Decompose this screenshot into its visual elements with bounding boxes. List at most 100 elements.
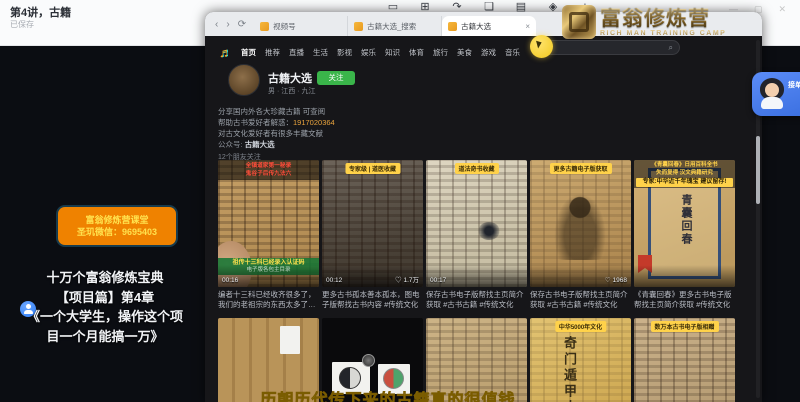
- back-icon[interactable]: ‹: [215, 19, 218, 30]
- official-account-name: 古籍大选: [245, 140, 275, 149]
- bio-highlight: 1917020364: [293, 118, 335, 127]
- nav-live[interactable]: 直播: [289, 47, 304, 58]
- video-thumbnail: 专家级 | 道医收藏 00:12 ♡ 1.7万: [322, 160, 423, 287]
- document-title: 第4讲，古籍: [10, 4, 71, 20]
- cover-label: [280, 326, 300, 354]
- bio-line1: 分享国内外各大珍藏古籍 可查阅: [218, 106, 448, 117]
- video-caption: 保存古书电子版帮找主页简介获取 #古书古籍 #传统文化: [530, 290, 631, 310]
- thumb-badge: 更多古籍电子版获取: [549, 163, 611, 174]
- video-subtitle-clipped: 历朝历代传下来的古籍真的很值钱: [212, 391, 564, 402]
- reload-icon[interactable]: ⟳: [238, 19, 246, 30]
- thumb-badge: 道法奇书收藏: [454, 163, 498, 174]
- site-favicon: [354, 22, 363, 31]
- video-thumbnail: [322, 318, 423, 402]
- deity-sketch: [552, 190, 608, 260]
- video-card[interactable]: [218, 318, 319, 402]
- video-thumbnail: 全镇道家第一秘录 鬼谷子后传九法六 祖传十三科已经录入认证码 电子版各包主目录 …: [218, 160, 319, 287]
- nav-knowledge[interactable]: 知识: [385, 47, 400, 58]
- promo-line1: 富翁修炼营课堂: [58, 214, 176, 226]
- video-card[interactable]: 专家级 | 道医收藏 00:12 ♡ 1.7万 更多古书孤本善本孤本，图电子版帮…: [322, 160, 423, 310]
- video-duration: 00:16: [222, 277, 238, 284]
- profile-bio: 分享国内外各大珍藏古籍 可查阅 帮助古书爱好者解惑：1917020364 对古文…: [218, 106, 448, 139]
- presenter-label: 接单王: [788, 80, 800, 90]
- close-icon[interactable]: ✕: [778, 4, 786, 15]
- nav-sports[interactable]: 体育: [409, 47, 424, 58]
- video-card[interactable]: 道法奇书收藏 00:17 保存古书电子版帮找主页简介获取 #古书古籍 #传统文化: [426, 160, 527, 310]
- nav-entertainment[interactable]: 娱乐: [361, 47, 376, 58]
- tab-search[interactable]: 古籍大选_搜索: [348, 16, 442, 36]
- video-caption: 保存古书电子版帮找主页简介获取 #古书古籍 #传统文化: [426, 290, 527, 310]
- bio-line3: 对古文化爱好者有很多丰藏文献: [218, 128, 448, 139]
- browser-nav-buttons: ‹ › ⟳: [205, 19, 254, 30]
- video-card[interactable]: 更多古籍电子版获取 ♡ 1968 保存古书电子版帮找主页简介获取 #古书古籍 #…: [530, 160, 631, 310]
- presenter-avatar: [757, 78, 787, 110]
- video-thumbnail: 更多古籍电子版获取 ♡ 1968: [530, 160, 631, 287]
- video-card[interactable]: [322, 318, 423, 402]
- headline-line: 《一个大学生，操作这个项: [6, 307, 204, 327]
- site-favicon: [448, 22, 457, 31]
- promo-line2: 圣玑微信：9695403: [58, 226, 176, 238]
- video-duration: 00:12: [326, 277, 342, 284]
- video-duration: 00:17: [430, 277, 446, 284]
- bio-line2: 帮助古书爱好者解惑：1917020364: [218, 117, 448, 128]
- video-card[interactable]: [426, 318, 527, 402]
- video-thumbnail: [426, 318, 527, 402]
- calligraphy-texture: [426, 318, 527, 402]
- nav-movies[interactable]: 影视: [337, 47, 352, 58]
- thumb-overlay-text: 《青囊回春》日用百科全书 失而复得 汉文典籍研究 专家:中华近千年瑰宝 建议留存…: [634, 160, 735, 188]
- douyin-page: ♬ 首页 推荐 直播 生活 影视 娱乐 知识 体育 旅行 美食 游戏 音乐 ⌕ …: [205, 36, 762, 402]
- save-status: 已保存: [10, 19, 34, 30]
- screen: 第4讲，古籍 已保存 ▭主题 ⊞子主题 ↷关系 ❏外框 ▤概要 ◈标注 +插入 …: [0, 0, 800, 402]
- tab-profile-active[interactable]: 古籍大选 ×: [442, 16, 536, 36]
- video-thumbnail: 道法奇书收藏 00:17: [426, 160, 527, 287]
- tab-strip: ‹ › ⟳ 视频号 古籍大选_搜索 古籍大选 ×: [205, 12, 762, 36]
- video-card[interactable]: 青囊回春 《青囊回春》日用百科全书 失而复得 汉文典籍研究 专家:中华近千年瑰宝…: [634, 160, 735, 310]
- presenter-sticker: 接单王: [752, 72, 800, 116]
- tab-shipinhao[interactable]: 视频号: [254, 16, 348, 36]
- video-card[interactable]: 奇门遁甲大全 中华5000年文化: [530, 318, 631, 402]
- like-count: ♡ 1968: [605, 276, 627, 284]
- headline-line: 目一个月能搞一万》: [6, 327, 204, 347]
- yinyang-color-icon: [383, 368, 404, 389]
- browser-window: ‹ › ⟳ 视频号 古籍大选_搜索 古籍大选 × ♬ 首页: [205, 12, 762, 402]
- like-count: ♡ 1.7万: [395, 274, 419, 284]
- tab-close-icon[interactable]: ×: [525, 22, 530, 31]
- nav-recommend[interactable]: 推荐: [265, 47, 280, 58]
- scrollbar-thumb[interactable]: [756, 136, 760, 204]
- official-account-row: 公众号: 古籍大选: [218, 139, 275, 150]
- ink-blot: [478, 222, 500, 240]
- video-thumbnail: 奇门遁甲大全 中华5000年文化: [530, 318, 631, 402]
- video-caption: 编者十三科已经收齐很多了，我们的老祖宗的东西太多了，慢慢...: [218, 290, 319, 310]
- follow-button[interactable]: 关注: [317, 71, 355, 85]
- nav-music[interactable]: 音乐: [505, 47, 520, 58]
- nav-games[interactable]: 游戏: [481, 47, 496, 58]
- search-icon: ⌕: [669, 43, 673, 53]
- headline-line: 十万个富翁修炼宝典: [6, 268, 204, 288]
- forward-icon[interactable]: ›: [226, 19, 229, 30]
- book-cover-title: 青囊回春: [678, 194, 694, 246]
- search-input[interactable]: [537, 44, 657, 51]
- douyin-logo-icon[interactable]: ♬: [219, 45, 232, 60]
- nav-travel[interactable]: 旅行: [433, 47, 448, 58]
- profile-avatar[interactable]: [228, 64, 260, 96]
- nav-life[interactable]: 生活: [313, 47, 328, 58]
- thumb-badge: 数万本古书电子版相赠: [650, 321, 718, 332]
- headline-node[interactable]: 十万个富翁修炼宝典 【项目篇】第4章 《一个大学生，操作这个项 目一个月能搞一万…: [6, 268, 204, 346]
- promo-node[interactable]: 富翁修炼营课堂 圣玑微信：9695403: [58, 207, 176, 245]
- video-thumbnail: 青囊回春 《青囊回春》日用百科全书 失而复得 汉文典籍研究 专家:中华近千年瑰宝…: [634, 160, 735, 287]
- headline-line: 【项目篇】第4章: [6, 288, 204, 308]
- thumb-overlay-text: 全镇道家第一秘录 鬼谷子后传九法六: [218, 160, 319, 180]
- thumb-badge: 专家级 | 道医收藏: [345, 163, 400, 174]
- mouse-cursor-highlight: [530, 35, 553, 58]
- profile-name: 古籍大选: [268, 70, 312, 86]
- nav-home[interactable]: 首页: [241, 47, 256, 58]
- video-card[interactable]: 数万本古书电子版相赠: [634, 318, 735, 402]
- video-card[interactable]: 全镇道家第一秘录 鬼谷子后传九法六 祖传十三科已经录入认证码 电子版各包主目录 …: [218, 160, 319, 310]
- video-thumbnail: 数万本古书电子版相赠: [634, 318, 735, 402]
- video-caption: 更多古书孤本善本孤本，图电子版帮找古书内容 #传统文化: [322, 290, 423, 310]
- thumb-badge: 中华5000年文化: [555, 321, 606, 332]
- video-thumbnail: [218, 318, 319, 402]
- site-favicon: [260, 22, 269, 31]
- nav-food[interactable]: 美食: [457, 47, 472, 58]
- bagua-disc-icon: [362, 354, 375, 367]
